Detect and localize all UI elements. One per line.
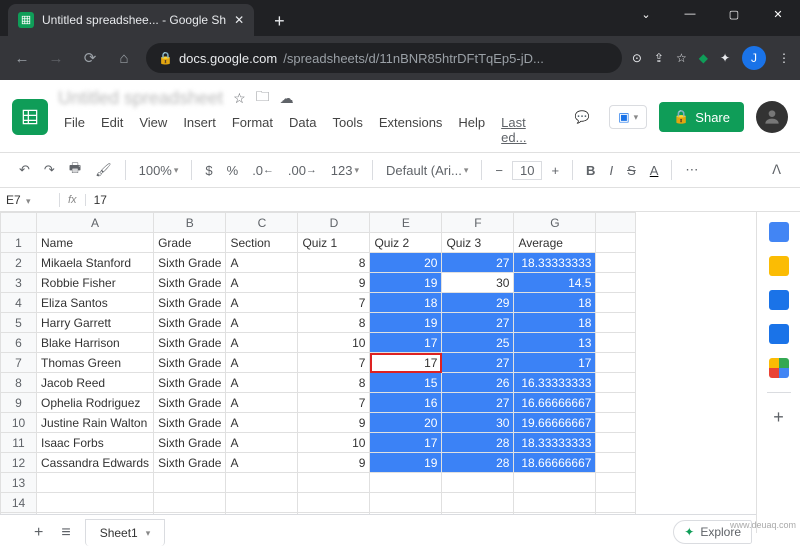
menu-edit[interactable]: Edit [95,112,129,148]
sheet-tab[interactable]: Sheet1▾ [85,519,166,546]
keep-icon[interactable] [769,256,789,276]
menu-tools[interactable]: Tools [326,112,368,148]
collapse-toolbar-button[interactable]: ᐱ [767,159,786,181]
table-row[interactable]: 2Mikaela StanfordSixth GradeA8202718.333… [1,253,636,273]
document-title[interactable]: Untitled spreadsheet [58,88,223,109]
maximize-button[interactable]: ▢ [712,0,756,28]
all-sheets-button[interactable]: ≡ [57,520,74,546]
table-row[interactable]: 4Eliza SantosSixth GradeA7182918 [1,293,636,313]
bookmark-icon[interactable]: ☆ [676,51,687,65]
redo-button[interactable]: ↷ [39,159,60,181]
menu-data[interactable]: Data [283,112,322,148]
add-on-plus-icon[interactable]: + [773,407,784,428]
forward-button[interactable]: → [44,50,68,67]
url-host: docs.google.com [179,51,277,66]
more-tools-button[interactable]: ⋯ [680,159,703,181]
meet-button[interactable]: ▣▾ [609,105,647,129]
extensions-icon[interactable]: ✦ [720,51,730,65]
table-row[interactable]: 3Robbie FisherSixth GradeA9193014.5 [1,273,636,293]
menu-insert[interactable]: Insert [177,112,222,148]
tasks-icon[interactable] [769,290,789,310]
lock-share-icon: 🔒 [673,109,689,125]
currency-button[interactable]: $ [200,160,217,181]
decrease-decimal-button[interactable]: .0← [247,160,279,181]
user-avatar[interactable] [756,101,788,133]
search-icon[interactable]: ⊙ [632,51,642,65]
watermark: www.deuaq.com [730,520,796,530]
new-tab-button[interactable]: + [266,7,293,36]
italic-button[interactable]: I [604,160,618,181]
font-size-plus[interactable]: + [546,160,564,181]
table-row[interactable]: 11Isaac ForbsSixth GradeA10172818.333333… [1,433,636,453]
back-button[interactable]: ← [10,50,34,67]
contacts-icon[interactable] [769,324,789,344]
comments-button[interactable]: 💬 [567,102,597,132]
paint-format-button[interactable]: 🖌 [90,159,117,181]
tab-title: Untitled spreadshee... - Google Sh [42,13,226,27]
browser-tab[interactable]: Untitled spreadshee... - Google Sh ✕ [8,4,254,36]
add-sheet-button[interactable]: + [30,520,47,546]
table-row[interactable]: 7Thomas GreenSixth GradeA7172717 [1,353,636,373]
toolbar: ↶ ↷ 🖶 🖌 100%▾ $ % .0← .00→ 123▾ Default … [0,152,800,188]
close-tab-icon[interactable]: ✕ [234,13,244,27]
calendar-icon[interactable] [769,222,789,242]
bold-button[interactable]: B [581,160,600,181]
text-color-button[interactable]: A [645,160,664,181]
close-window-button[interactable]: ✕ [756,0,800,28]
formula-bar[interactable]: 17 [86,193,115,207]
explore-icon: ✦ [684,525,694,539]
lock-icon: 🔒 [158,51,173,65]
table-row[interactable]: 10Justine Rain WaltonSixth GradeA9203019… [1,413,636,433]
increase-decimal-button[interactable]: .00→ [283,160,322,181]
font-size-input[interactable]: 10 [512,161,542,180]
drop-down-icon[interactable]: ⌄ [624,0,668,28]
address-bar[interactable]: 🔒 docs.google.com/spreadsheets/d/11nBNR8… [146,43,622,73]
font-size-minus[interactable]: − [490,160,508,181]
menu-view[interactable]: View [133,112,173,148]
spreadsheet-grid[interactable]: ABCDEFG1NameGradeSectionQuiz 1Quiz 2Quiz… [0,212,756,533]
undo-button[interactable]: ↶ [14,159,35,181]
table-row[interactable]: 9Ophelia RodriguezSixth GradeA7162716.66… [1,393,636,413]
move-icon[interactable]: 🗀 [256,86,270,110]
shield-icon[interactable]: ◆ [699,51,708,65]
menu-icon[interactable]: ⋮ [778,51,790,65]
sheets-logo[interactable] [12,99,48,135]
url-path: /spreadsheets/d/11nBNR85htrDFtTqEp5-jD..… [283,51,544,66]
home-button[interactable]: ⌂ [112,50,136,67]
menu-help[interactable]: Help [452,112,491,148]
fx-label: fx [60,194,86,206]
menu-format[interactable]: Format [226,112,279,148]
cloud-icon[interactable]: ☁ [280,90,294,107]
strikethrough-button[interactable]: S [622,160,641,181]
print-button[interactable]: 🖶 [64,156,86,184]
table-row[interactable]: 6Blake HarrisonSixth GradeA10172513 [1,333,636,353]
minimize-button[interactable]: — [668,0,712,28]
table-row[interactable]: 5Harry GarrettSixth GradeA8192718 [1,313,636,333]
zoom-dropdown[interactable]: 100%▾ [134,160,184,181]
font-dropdown[interactable]: Default (Ari...▾ [381,160,473,181]
more-formats-button[interactable]: 123▾ [326,160,364,181]
table-row[interactable]: 8Jacob ReedSixth GradeA8152616.33333333 [1,373,636,393]
share-browser-icon[interactable]: ⇪ [654,51,664,65]
name-box[interactable]: E7 ▾ [0,193,60,207]
share-button[interactable]: 🔒Share [659,102,744,132]
menu-extensions[interactable]: Extensions [373,112,449,148]
maps-icon[interactable] [769,358,789,378]
video-icon: ▣ [618,110,629,124]
last-edit-link[interactable]: Last ed... [495,112,557,148]
star-icon[interactable]: ☆ [233,90,246,107]
sheets-favicon [18,12,34,28]
menubar: File Edit View Insert Format Data Tools … [58,112,557,148]
table-row[interactable]: 12Cassandra EdwardsSixth GradeA9192818.6… [1,453,636,473]
side-panel: + [756,212,800,533]
menu-file[interactable]: File [58,112,91,148]
browser-avatar[interactable]: J [742,46,766,70]
percent-button[interactable]: % [222,160,244,181]
reload-button[interactable]: ⟳ [78,49,102,67]
